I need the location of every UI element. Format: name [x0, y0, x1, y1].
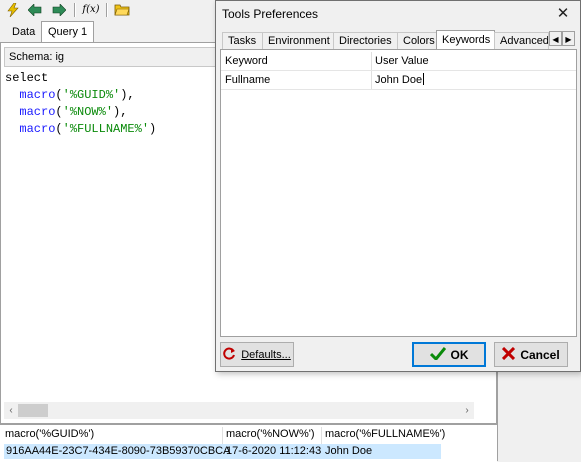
- panel-divider: [497, 370, 498, 461]
- tab-data[interactable]: Data: [6, 23, 41, 41]
- tab-scroll-left-icon[interactable]: ◀: [549, 31, 562, 46]
- tab-advanced[interactable]: Advanced: [494, 32, 549, 49]
- text-caret: [423, 73, 425, 85]
- horizontal-scrollbar[interactable]: ‹ ›: [4, 402, 474, 419]
- result-column-header[interactable]: macro('%FULLNAME%'): [325, 428, 445, 441]
- result-cell[interactable]: 916AA44E-23C7-434E-8090-73B59370CBCA: [6, 445, 230, 458]
- results-grid: macro('%GUID%') macro('%NOW%') macro('%F…: [0, 424, 497, 462]
- user-value-text: John Doe: [375, 74, 423, 86]
- result-column-header[interactable]: macro('%NOW%'): [226, 428, 315, 441]
- reset-icon: [223, 347, 236, 363]
- code-function: macro: [19, 88, 56, 102]
- column-divider: [371, 52, 372, 70]
- back-arrow-icon[interactable]: [26, 1, 44, 18]
- user-value-cell[interactable]: John Doe: [375, 71, 425, 89]
- keyword-cell[interactable]: Fullname: [225, 71, 270, 89]
- code-string: '%GUID%': [62, 88, 121, 102]
- dialog-tabs: Tasks Environment Directories Colors Key…: [222, 30, 575, 50]
- function-icon[interactable]: f(x): [80, 1, 102, 18]
- dialog-title: Tools Preferences: [222, 7, 319, 21]
- tab-query-1[interactable]: Query 1: [41, 21, 95, 43]
- result-cell[interactable]: 17-6-2020 11:12:43: [226, 445, 321, 458]
- defaults-label: Defaults...: [241, 348, 291, 361]
- preferences-dialog: Tools Preferences ✕ Tasks Environment Di…: [215, 0, 581, 372]
- scrollbar-thumb[interactable]: [18, 404, 48, 417]
- column-header-keyword[interactable]: Keyword: [225, 52, 268, 70]
- cancel-button[interactable]: Cancel: [494, 342, 568, 367]
- tab-directories[interactable]: Directories: [333, 32, 398, 49]
- result-column-header[interactable]: macro('%GUID%'): [5, 428, 94, 441]
- cancel-x-icon: [502, 346, 516, 363]
- keywords-panel: Keyword User Value Fullname John Doe: [220, 49, 577, 337]
- keywords-grid-header: Keyword User Value: [221, 52, 576, 71]
- toolbar-separator: [106, 3, 108, 17]
- forward-arrow-icon[interactable]: [50, 1, 68, 18]
- close-icon[interactable]: ✕: [552, 4, 574, 24]
- checkmark-icon: [429, 346, 446, 363]
- cancel-label: Cancel: [520, 347, 560, 362]
- ok-label: OK: [450, 347, 469, 362]
- tab-scroll-right-icon[interactable]: ▶: [562, 31, 575, 46]
- tab-environment[interactable]: Environment: [262, 32, 334, 49]
- lightning-icon[interactable]: [4, 1, 22, 18]
- column-divider: [371, 71, 372, 89]
- folder-icon[interactable]: [113, 1, 131, 18]
- code-string: '%FULLNAME%': [62, 122, 150, 136]
- code-function: macro: [19, 105, 56, 119]
- scroll-left-icon[interactable]: ‹: [4, 402, 18, 419]
- code-string: '%NOW%': [62, 105, 114, 119]
- tab-keywords[interactable]: Keywords: [436, 30, 495, 50]
- sql-editor[interactable]: select macro('%GUID%'), macro('%NOW%'), …: [5, 70, 156, 138]
- toolbar-separator: [74, 3, 76, 17]
- code-keyword: select: [5, 71, 49, 85]
- table-row[interactable]: Fullname John Doe: [221, 71, 576, 90]
- schema-selector[interactable]: Schema: ig: [4, 47, 216, 67]
- tab-tasks[interactable]: Tasks: [222, 32, 263, 49]
- scroll-right-icon[interactable]: ›: [460, 402, 474, 419]
- code-function: macro: [19, 122, 56, 136]
- main-toolbar: f(x): [0, 0, 215, 20]
- result-cell[interactable]: John Doe: [325, 445, 372, 458]
- ok-button[interactable]: OK: [412, 342, 486, 367]
- column-header-user-value[interactable]: User Value: [375, 52, 429, 70]
- tab-colors[interactable]: Colors: [397, 32, 438, 49]
- defaults-button[interactable]: Defaults...: [220, 342, 294, 367]
